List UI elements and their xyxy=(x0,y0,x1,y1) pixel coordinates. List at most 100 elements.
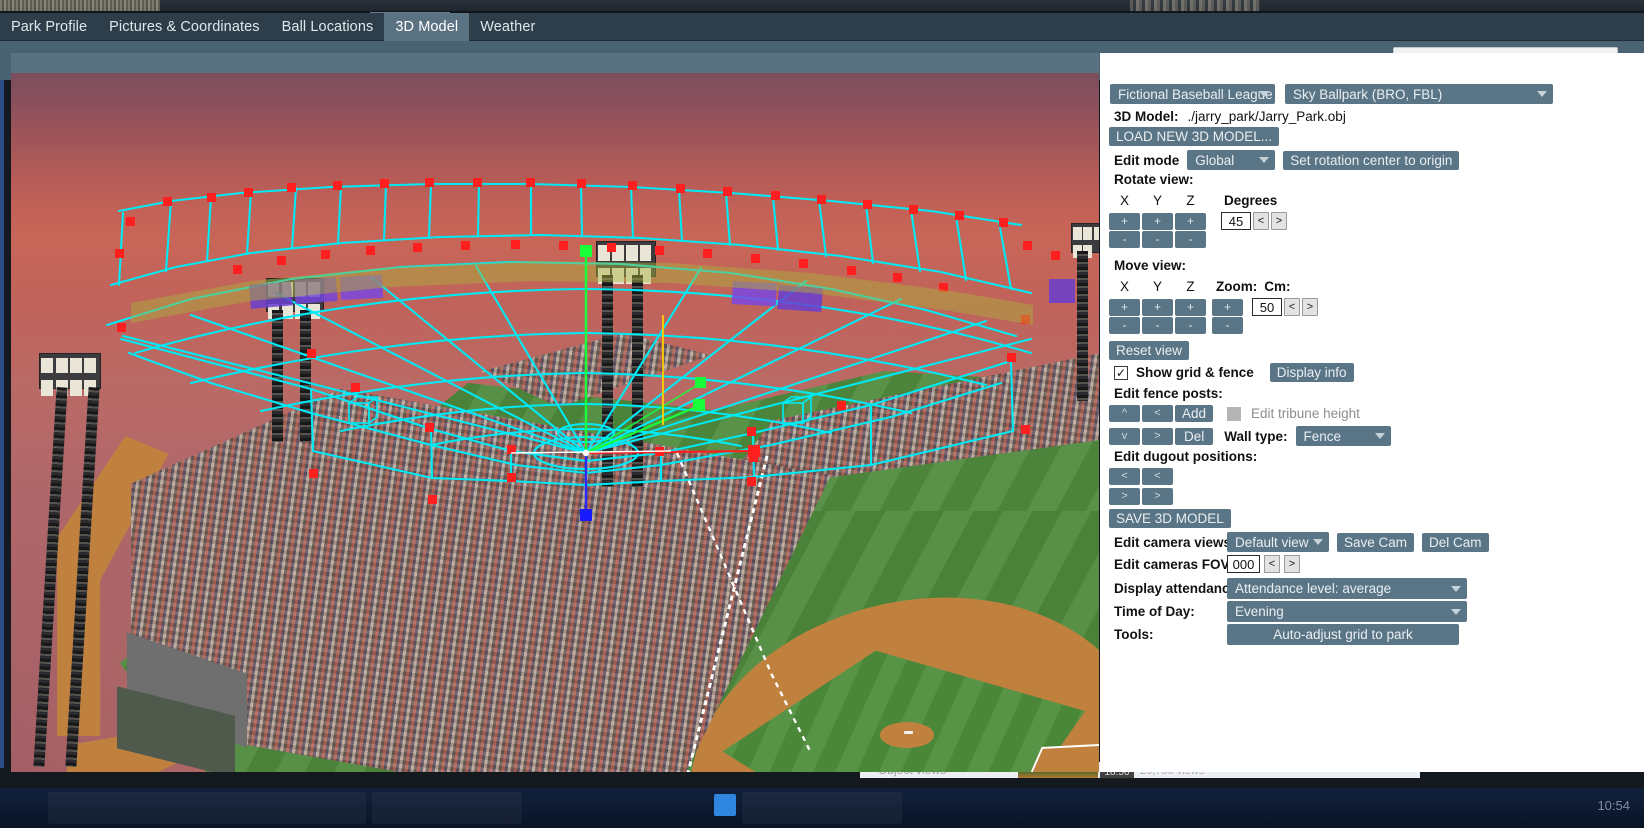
save-3d-model-button[interactable]: SAVE 3D MODEL xyxy=(1109,509,1231,528)
move-x-decrease-button[interactable]: - xyxy=(1109,317,1140,334)
fence-post-down-button[interactable]: v xyxy=(1109,427,1140,445)
3d-viewport[interactable] xyxy=(11,53,1099,772)
edit-cameras-fov-label: Edit cameras FOV: xyxy=(1114,556,1234,572)
time-of-day-value: Evening xyxy=(1235,604,1284,619)
tab-park-profile[interactable]: Park Profile xyxy=(0,13,98,41)
camera-views-select[interactable]: Default view xyxy=(1227,532,1329,552)
taskbar-item[interactable] xyxy=(372,792,522,824)
chevron-down-icon xyxy=(1313,539,1323,545)
edit-dugout-positions-label: Edit dugout positions: xyxy=(1114,449,1258,464)
chevron-down-icon xyxy=(1537,91,1547,97)
dugout-1-right-button[interactable]: > xyxy=(1109,488,1140,505)
rotate-z-increase-button[interactable]: + xyxy=(1175,212,1206,230)
move-z-decrease-button[interactable]: - xyxy=(1175,317,1206,334)
taskbar-item[interactable] xyxy=(48,792,366,824)
move-z-increase-button[interactable]: + xyxy=(1175,298,1206,316)
pitchers-rubber xyxy=(904,731,913,734)
league-select[interactable]: Fictional Baseball League xyxy=(1110,84,1275,104)
del-cam-button[interactable]: Del Cam xyxy=(1422,532,1489,552)
dugout-1-left-button[interactable]: < xyxy=(1109,468,1140,485)
edit-tribune-height-label: Edit tribune height xyxy=(1251,406,1360,421)
chevron-down-icon xyxy=(1451,585,1461,592)
fence-post-del-button[interactable]: Del xyxy=(1175,427,1214,445)
pitchers-mound xyxy=(880,722,934,748)
edit-mode-value: Global xyxy=(1195,152,1235,168)
tab-3d-model[interactable]: 3D Model xyxy=(384,13,470,41)
taskbar-app-icon[interactable] xyxy=(714,794,736,816)
chevron-down-icon xyxy=(1374,433,1385,439)
fov-increase-button[interactable]: > xyxy=(1284,555,1300,573)
tab-ball-locations[interactable]: Ball Locations xyxy=(271,13,385,41)
cameras-fov-input[interactable] xyxy=(1227,555,1260,573)
light-tower-head xyxy=(596,241,656,284)
zoom-label: Zoom: xyxy=(1216,279,1258,294)
wall-type-select[interactable]: Fence xyxy=(1295,426,1391,446)
degrees-label: Degrees xyxy=(1224,193,1278,208)
light-tower-head xyxy=(39,353,101,397)
tab-weather[interactable]: Weather xyxy=(469,13,546,41)
rotate-y-decrease-button[interactable]: - xyxy=(1142,231,1173,248)
display-info-button[interactable]: Display info xyxy=(1269,363,1354,382)
attendance-select[interactable]: Attendance level: average xyxy=(1227,578,1467,599)
taskbar-item[interactable] xyxy=(742,792,902,824)
cm-increase-button[interactable]: > xyxy=(1302,298,1318,316)
fence-post-left-button[interactable]: < xyxy=(1142,405,1173,422)
rotate-z-decrease-button[interactable]: - xyxy=(1175,231,1206,248)
auto-adjust-grid-button[interactable]: Auto-adjust grid to park xyxy=(1227,624,1459,645)
fov-decrease-button[interactable]: < xyxy=(1264,555,1280,573)
tools-label: Tools: xyxy=(1114,627,1154,642)
move-view-label: Move view: xyxy=(1114,258,1187,273)
rotate-x-decrease-button[interactable]: - xyxy=(1109,231,1140,248)
load-new-3d-model-button[interactable]: LOAD NEW 3D MODEL... xyxy=(1109,127,1280,146)
light-tower-head xyxy=(266,278,324,319)
set-rotation-center-button[interactable]: Set rotation center to origin xyxy=(1283,150,1460,170)
rotate-y-increase-button[interactable]: + xyxy=(1142,212,1173,230)
time-of-day-select[interactable]: Evening xyxy=(1227,601,1467,622)
chevron-down-icon xyxy=(1259,91,1269,97)
league-select-value: Fictional Baseball League xyxy=(1118,86,1273,102)
move-y-decrease-button[interactable]: - xyxy=(1142,317,1173,334)
display-attendance-label: Display attendance: xyxy=(1114,581,1242,596)
attendance-value: Attendance level: average xyxy=(1235,581,1392,596)
background-left-edge xyxy=(0,53,4,768)
viewport-top-band xyxy=(11,53,1099,73)
edit-camera-views-label: Edit camera views: xyxy=(1114,534,1236,550)
show-grid-label: Show grid & fence xyxy=(1136,365,1254,380)
reset-view-button[interactable]: Reset view xyxy=(1109,341,1190,360)
zoom-increase-button[interactable]: + xyxy=(1212,298,1243,316)
tab-bar: Park Profile Pictures & Coordinates Ball L… xyxy=(0,13,1644,41)
control-panel: Fictional Baseball League Sky Ballpark (… xyxy=(1100,53,1644,772)
move-axis-x-label: X xyxy=(1119,279,1129,294)
dugout-2-right-button[interactable]: > xyxy=(1142,488,1173,505)
edit-tribune-height-checkbox[interactable] xyxy=(1227,406,1242,421)
park-select[interactable]: Sky Ballpark (BRO, FBL) xyxy=(1285,84,1553,104)
dugout-2-left-button[interactable]: < xyxy=(1142,468,1173,485)
degrees-decrease-button[interactable]: < xyxy=(1253,212,1269,230)
rotate-view-label: Rotate view: xyxy=(1114,172,1194,187)
zoom-cm-input[interactable] xyxy=(1252,298,1282,316)
tab-pictures-coordinates[interactable]: Pictures & Coordinates xyxy=(98,13,271,41)
rotate-degrees-input[interactable] xyxy=(1221,212,1251,230)
chevron-down-icon xyxy=(1451,608,1461,615)
rotate-x-increase-button[interactable]: + xyxy=(1109,212,1140,230)
show-grid-checkbox[interactable]: ✓ xyxy=(1114,365,1128,380)
rotate-axis-x-label: X xyxy=(1119,193,1129,208)
degrees-increase-button[interactable]: > xyxy=(1271,212,1287,230)
chevron-down-icon xyxy=(1259,157,1270,163)
edit-fence-posts-label: Edit fence posts: xyxy=(1114,386,1223,401)
app-root: Object views 18:50 25,750 views 10:54 Op… xyxy=(0,0,1644,828)
edit-mode-label: Edit mode xyxy=(1114,152,1180,168)
move-x-increase-button[interactable]: + xyxy=(1109,298,1140,316)
wall-type-label: Wall type: xyxy=(1224,428,1288,444)
edit-mode-select[interactable]: Global xyxy=(1187,150,1276,170)
time-of-day-label: Time of Day: xyxy=(1114,604,1195,619)
zoom-decrease-button[interactable]: - xyxy=(1212,317,1243,334)
fence-post-add-button[interactable]: Add xyxy=(1175,405,1214,422)
rotate-axis-y-label: Y xyxy=(1152,193,1162,208)
save-cam-button[interactable]: Save Cam xyxy=(1337,532,1415,552)
fence-post-right-button[interactable]: > xyxy=(1142,427,1173,445)
fence-post-up-button[interactable]: ^ xyxy=(1109,405,1140,422)
move-y-increase-button[interactable]: + xyxy=(1142,298,1173,316)
cm-decrease-button[interactable]: < xyxy=(1284,298,1300,316)
cm-label: Cm: xyxy=(1264,279,1291,294)
